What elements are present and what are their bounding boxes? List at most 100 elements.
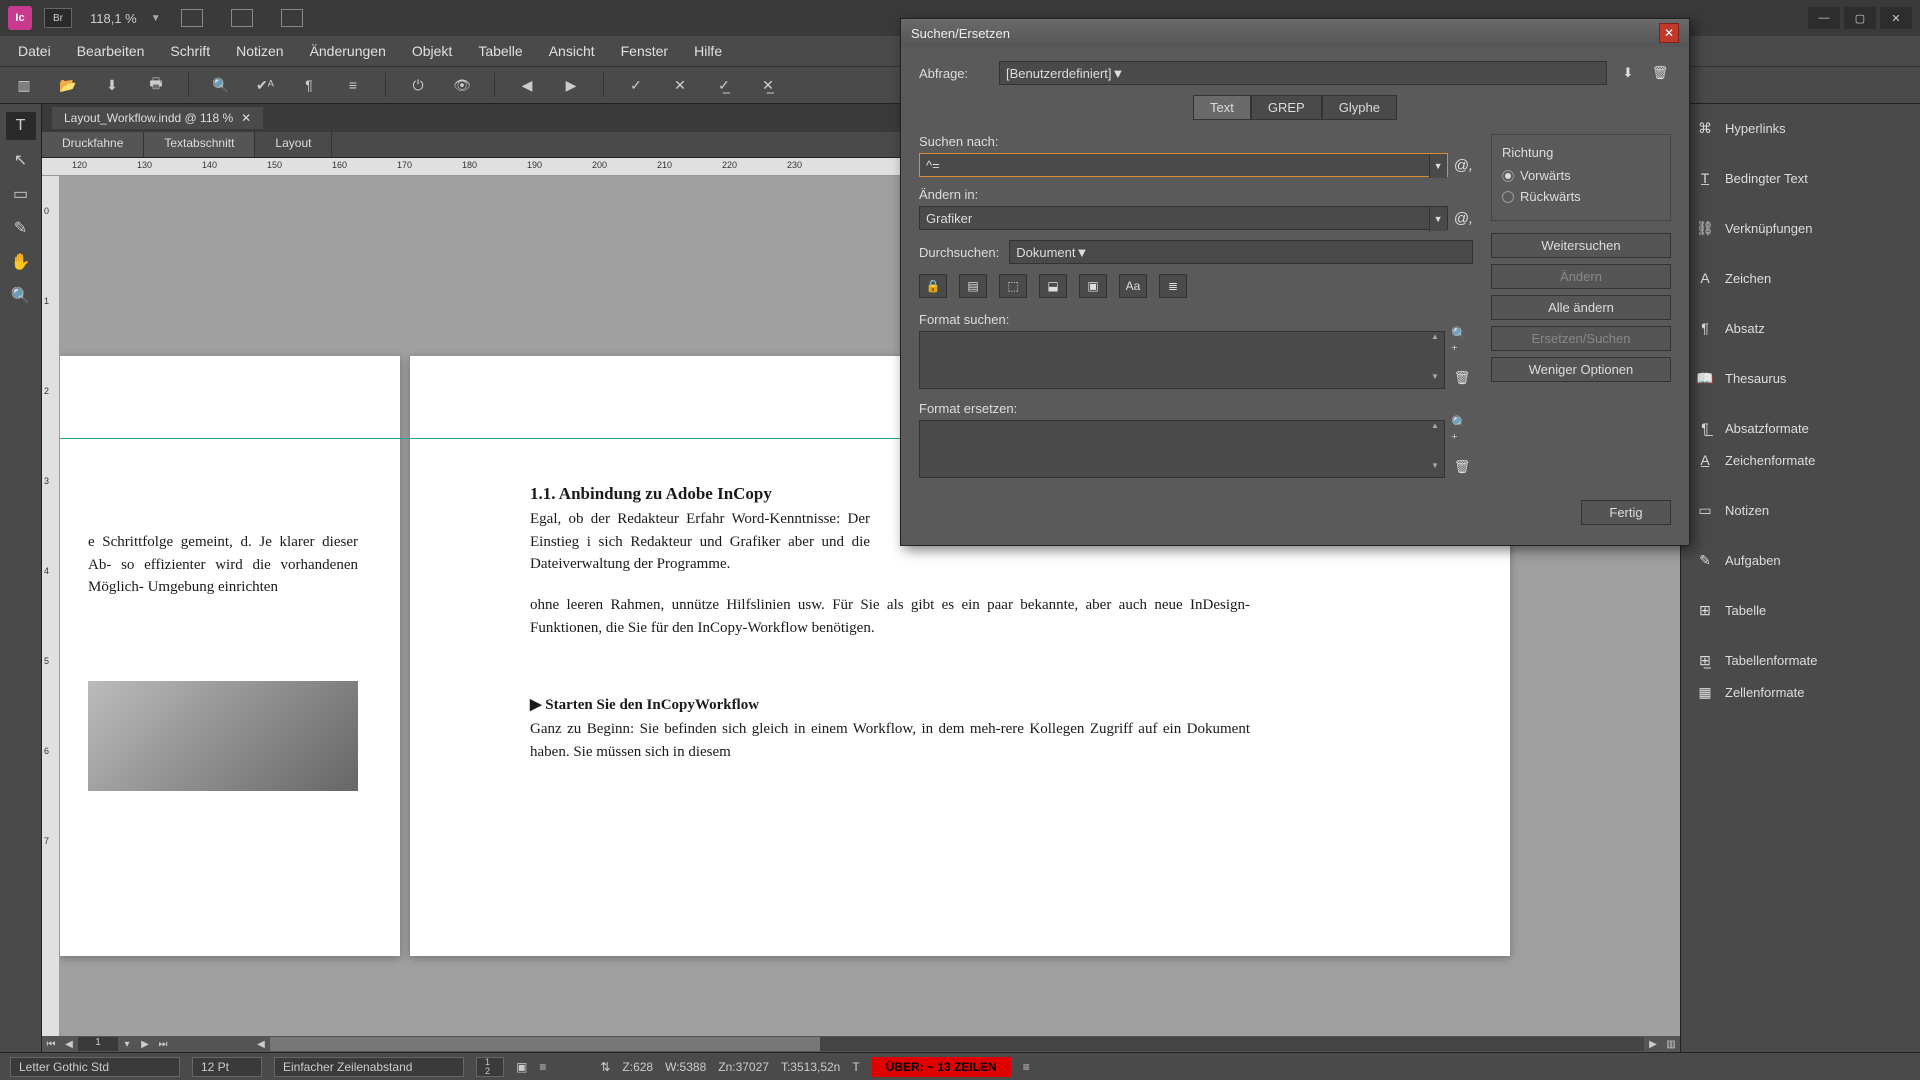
type-tool-icon[interactable]: T (6, 112, 36, 140)
prev-icon[interactable]: ◀ (515, 75, 539, 95)
specify-format-icon[interactable]: 🔍⁺ (1451, 331, 1473, 353)
search-option-case-icon[interactable]: Aa (1119, 274, 1147, 298)
panel-tabelle[interactable]: ⊞Tabelle (1681, 594, 1920, 626)
prev-page-icon[interactable]: ◀ (60, 1037, 78, 1051)
scroll-right-icon[interactable]: ▶ (1644, 1037, 1662, 1051)
maximize-button[interactable]: ▢ (1844, 7, 1876, 29)
alle-aendern-button[interactable]: Alle ändern (1491, 295, 1671, 320)
accept-all-icon[interactable]: ✓̲ (712, 75, 736, 95)
search-option-word-icon[interactable]: ≣ (1159, 274, 1187, 298)
split-view-icon[interactable]: ▥ (1662, 1037, 1680, 1051)
scroll-down-icon[interactable]: ▼ (1428, 372, 1442, 386)
zoom-tool-icon[interactable]: 🔍 (6, 282, 36, 310)
menu-hilfe[interactable]: Hilfe (688, 39, 728, 63)
durchsuchen-dropdown[interactable]: Dokument ▼ (1009, 240, 1473, 264)
panel-thesaurus[interactable]: 📖Thesaurus (1681, 362, 1920, 394)
status-icon-2[interactable]: ≡ (539, 1060, 546, 1074)
suchen-input[interactable]: ^= ▼ (919, 153, 1448, 177)
menu-aenderungen[interactable]: Änderungen (304, 39, 392, 63)
zoom-dropdown[interactable]: 118,1 % ▼ (90, 11, 161, 26)
search-option-layers-icon[interactable]: ⬚ (999, 274, 1027, 298)
specify-format-icon[interactable]: 🔍⁺ (1451, 420, 1473, 442)
weniger-optionen-button[interactable]: Weniger Optionen (1491, 357, 1671, 382)
note-tool-icon[interactable]: ▭ (6, 180, 36, 208)
menu-fenster[interactable]: Fenster (615, 39, 674, 63)
status-icon-1[interactable]: ▣ (516, 1060, 527, 1074)
last-page-icon[interactable]: ⏭ (154, 1037, 172, 1051)
tab-layout[interactable]: Layout (255, 132, 332, 157)
menu-bearbeiten[interactable]: Bearbeiten (71, 39, 151, 63)
page-field[interactable]: 1 (78, 1037, 118, 1051)
radio-vorwaerts[interactable]: Vorwärts (1502, 168, 1660, 183)
menu-tabelle[interactable]: Tabelle (472, 39, 528, 63)
menu-notizen[interactable]: Notizen (230, 39, 289, 63)
tab-textabschnitt[interactable]: Textabschnitt (144, 132, 255, 157)
save-icon[interactable]: ⬇ (100, 75, 124, 95)
special-char-icon[interactable]: @, (1454, 157, 1473, 174)
status-icon-3[interactable]: ⇅ (600, 1060, 610, 1074)
eyedropper-icon[interactable]: ✎ (6, 214, 36, 242)
reject-all-icon[interactable]: ✕̲ (756, 75, 780, 95)
size-field[interactable]: 12 Pt (192, 1057, 262, 1077)
menu-objekt[interactable]: Objekt (406, 39, 458, 63)
bridge-icon[interactable]: Br (44, 8, 72, 28)
tab-druckfahne[interactable]: Druckfahne (42, 132, 144, 157)
scroll-left-icon[interactable]: ◀ (252, 1037, 270, 1051)
chevron-down-icon[interactable]: ▼ (1429, 154, 1447, 178)
first-page-icon[interactable]: ⏮ (42, 1037, 60, 1051)
delete-query-icon[interactable]: 🗑 (1649, 62, 1671, 84)
direct-select-icon[interactable]: ↖ (6, 146, 36, 174)
panel-absatzformate[interactable]: ¶̲Absatzformate (1681, 412, 1920, 444)
tab-grep[interactable]: GREP (1251, 95, 1322, 120)
panel-tabellenformate[interactable]: ⊞̲Tabellenformate (1681, 644, 1920, 676)
frac-field[interactable]: 1 2 (476, 1057, 504, 1077)
aendern-input[interactable]: Grafiker ▼ (919, 206, 1448, 230)
hand-tool-icon[interactable]: ✋ (6, 248, 36, 276)
panel-bedingter-text[interactable]: T̲Bedingter Text (1681, 162, 1920, 194)
weitersuchen-button[interactable]: Weitersuchen (1491, 233, 1671, 258)
next-page-icon[interactable]: ▶ (136, 1037, 154, 1051)
lines-icon[interactable]: ≡ (341, 75, 365, 95)
radio-rueckwaerts[interactable]: Rückwärts (1502, 189, 1660, 204)
clear-format-icon[interactable]: 🗑 (1451, 367, 1473, 389)
ersetzen-suchen-button[interactable]: Ersetzen/Suchen (1491, 326, 1671, 351)
next-icon[interactable]: ▶ (559, 75, 583, 95)
close-button[interactable]: ✕ (1880, 7, 1912, 29)
eye-icon[interactable]: 👁 (450, 75, 474, 95)
panel-absatz[interactable]: ¶Absatz (1681, 312, 1920, 344)
chevron-down-icon[interactable]: ▼ (1429, 207, 1447, 231)
h-scrollbar[interactable] (270, 1037, 1644, 1051)
search-icon[interactable]: 🔍 (209, 75, 233, 95)
aendern-button[interactable]: Ändern (1491, 264, 1671, 289)
power-icon[interactable]: ⏻ (406, 75, 430, 95)
leading-field[interactable]: Einfacher Zeilenabstand (274, 1057, 464, 1077)
view-mode-icon-3[interactable] (281, 9, 303, 27)
tab-text[interactable]: Text (1193, 95, 1251, 120)
dialog-titlebar[interactable]: Suchen/Ersetzen ✕ (901, 19, 1689, 47)
clear-format-icon[interactable]: 🗑 (1451, 456, 1473, 478)
menu-ansicht[interactable]: Ansicht (543, 39, 601, 63)
search-option-stories-icon[interactable]: ▤ (959, 274, 987, 298)
load-query-icon[interactable]: ⬇ (1617, 62, 1639, 84)
abfrage-dropdown[interactable]: [Benutzerdefiniert] ▼ (999, 61, 1607, 85)
search-option-footnotes-icon[interactable]: ⬓ (1039, 274, 1067, 298)
view-mode-icon-2[interactable] (231, 9, 253, 27)
format-suchen-box[interactable]: ▲▼ (919, 331, 1445, 389)
reject-icon[interactable]: ✕ (668, 75, 692, 95)
close-tab-icon[interactable]: ✕ (241, 111, 251, 125)
view-mode-icon-1[interactable] (181, 9, 203, 27)
new-icon[interactable]: ▥ (12, 75, 36, 95)
document-tab[interactable]: Layout_Workflow.indd @ 118 % ✕ (52, 107, 263, 129)
tab-glyphe[interactable]: Glyphe (1322, 95, 1397, 120)
fertig-button[interactable]: Fertig (1581, 500, 1671, 525)
panel-zeichenformate[interactable]: A̲Zeichenformate (1681, 444, 1920, 476)
minimize-button[interactable]: — (1808, 7, 1840, 29)
panel-zellenformate[interactable]: ▦Zellenformate (1681, 676, 1920, 708)
open-icon[interactable]: 📂 (56, 75, 80, 95)
accept-icon[interactable]: ✓ (624, 75, 648, 95)
menu-datei[interactable]: Datei (12, 39, 57, 63)
panel-verknuepfungen[interactable]: ⛓Verknüpfungen (1681, 212, 1920, 244)
print-icon[interactable]: 🖶 (144, 75, 168, 95)
font-field[interactable]: Letter Gothic Std (10, 1057, 180, 1077)
panel-hyperlinks[interactable]: ⌘Hyperlinks (1681, 112, 1920, 144)
